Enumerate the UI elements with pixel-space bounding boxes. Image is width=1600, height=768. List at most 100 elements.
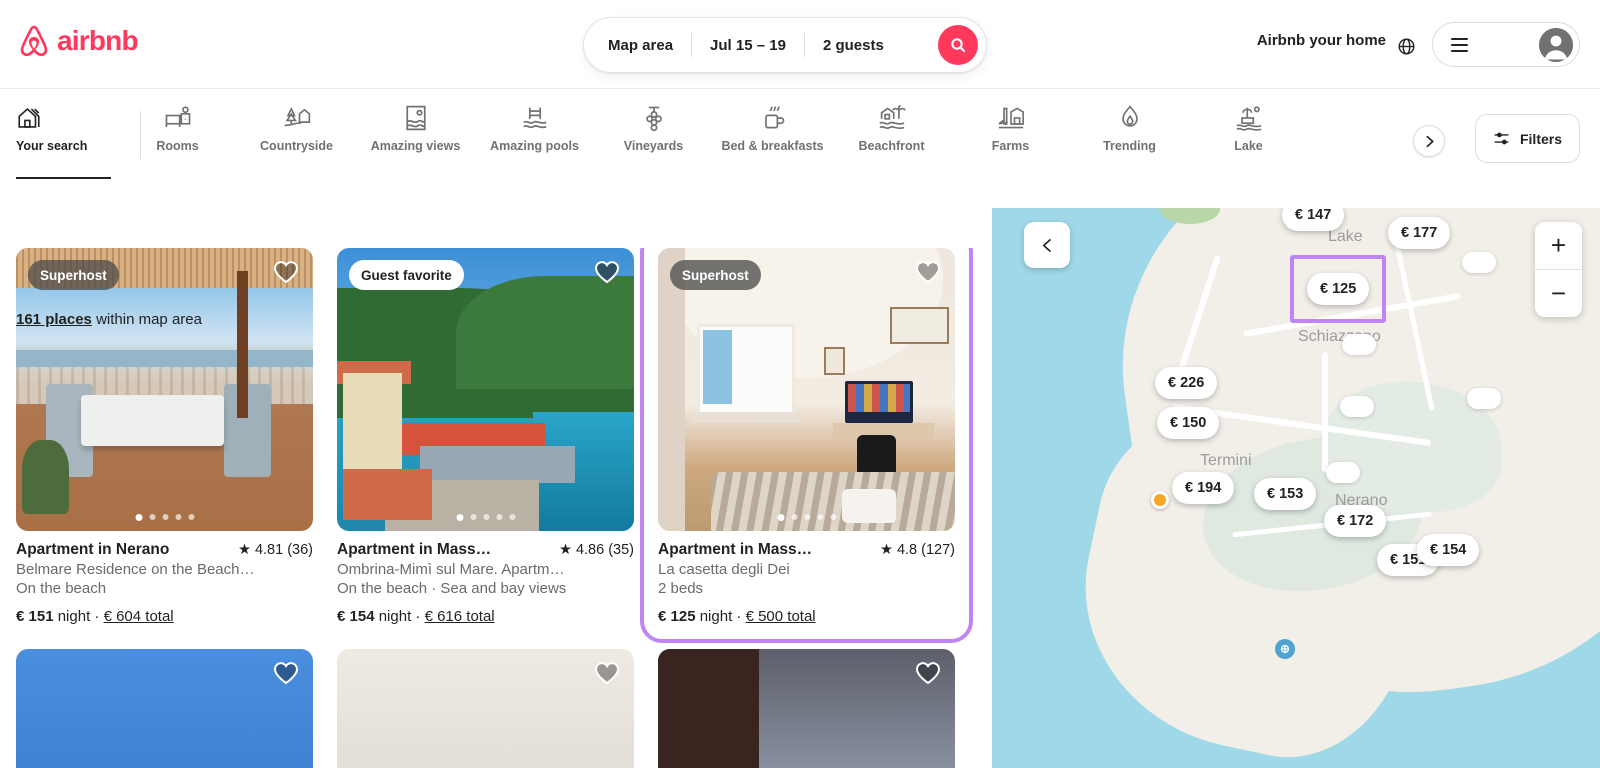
listing-price: € 125 night · € 500 total [658, 608, 955, 625]
search-bar[interactable]: Map area Jul 15 – 19 2 guests [583, 17, 987, 73]
listing-card[interactable]: Guest favorite Apartment in Mass… ★ 4.86 (35… [337, 248, 634, 625]
listing-card[interactable] [16, 649, 313, 768]
price-total[interactable]: € 604 total [104, 608, 174, 625]
carousel-dot[interactable] [509, 514, 515, 520]
price-total[interactable]: € 616 total [425, 608, 495, 625]
map-price-pin[interactable]: € 150 [1157, 407, 1220, 439]
airbnb-your-home-link[interactable]: Airbnb your home [1257, 32, 1386, 49]
map-price-pin[interactable]: € 177 [1388, 217, 1451, 249]
category-item-trending[interactable]: Trending [1070, 89, 1189, 181]
listing-photo[interactable]: Superhost [658, 248, 955, 531]
map-price-pin[interactable]: € 125 [1307, 273, 1370, 305]
carousel-dot[interactable] [817, 514, 823, 520]
search-location-segment[interactable]: Map area [584, 18, 691, 72]
category-item-beachfront[interactable]: Beachfront [832, 89, 951, 181]
search-guests-segment[interactable]: 2 guests [805, 18, 902, 72]
carousel-dot[interactable] [496, 514, 502, 520]
map-zoom-in-button[interactable]: + [1535, 222, 1582, 269]
results-count: 161 places [16, 311, 92, 328]
favorite-heart-button[interactable] [273, 661, 299, 690]
listing-card[interactable] [337, 649, 634, 768]
map-blank-pin[interactable] [1342, 334, 1376, 355]
map-blank-pin[interactable] [1467, 388, 1501, 409]
map-price-pin[interactable]: € 172 [1324, 505, 1387, 537]
listing-photo[interactable]: Guest favorite [337, 248, 634, 531]
map-panel[interactable]: MassaLakeSchiazzanoTerminiNeranoSaui € 1… [992, 192, 1600, 768]
photo-carousel-dots[interactable] [135, 514, 194, 521]
photo-carousel-dots[interactable] [456, 514, 515, 521]
category-next-button[interactable] [1413, 125, 1445, 157]
map-poi-icon[interactable] [1275, 639, 1295, 659]
category-item-your-search[interactable]: Your search [0, 89, 118, 181]
price-night-suffix: night · [374, 608, 425, 625]
category-item-farms[interactable]: Farms [951, 89, 1070, 181]
map-blank-pin[interactable] [1462, 252, 1496, 273]
map-blank-pin[interactable] [1326, 462, 1360, 483]
search-submit-button[interactable] [938, 25, 978, 65]
search-dates-segment[interactable]: Jul 15 – 19 [692, 18, 804, 72]
airbnb-logo[interactable]: airbnb [17, 24, 139, 58]
active-category-underline [16, 177, 111, 179]
category-item-lake[interactable]: Lake [1189, 89, 1308, 181]
listing-photo[interactable] [658, 649, 955, 768]
profile-menu-button[interactable] [1432, 22, 1580, 67]
listing-card[interactable] [658, 649, 955, 768]
map-collapse-button[interactable] [1024, 222, 1070, 268]
listing-rating: ★ 4.86 (35) [559, 542, 634, 558]
carousel-dot[interactable] [777, 514, 784, 521]
carousel-dot[interactable] [162, 514, 168, 520]
category-item-bed-breakfasts[interactable]: Bed & breakfasts [713, 89, 832, 181]
category-item-rooms[interactable]: Rooms [118, 89, 237, 181]
category-scroller[interactable]: Your search Rooms Countryside Amazing views… [0, 89, 1308, 181]
listing-rating: ★ 4.8 (127) [880, 542, 955, 558]
hamburger-menu-icon [1451, 37, 1468, 52]
photo-carousel-dots[interactable] [777, 514, 836, 521]
carousel-dot[interactable] [456, 514, 463, 521]
map-place-label: Lake [1328, 228, 1363, 245]
map-zoom-out-button[interactable]: − [1535, 270, 1582, 317]
carousel-dot[interactable] [791, 514, 797, 520]
category-item-countryside[interactable]: Countryside [237, 89, 356, 181]
carousel-dot[interactable] [470, 514, 476, 520]
listing-photo[interactable]: Superhost [16, 248, 313, 531]
listing-photo[interactable] [16, 649, 313, 768]
filters-button[interactable]: Filters [1474, 114, 1580, 163]
listing-card[interactable]: Superhost Apartment in Nerano ★ 4.81 (36) Bel… [16, 248, 313, 625]
flame-icon [1118, 105, 1142, 131]
price-total[interactable]: € 500 total [746, 608, 816, 625]
carousel-dot[interactable] [830, 514, 836, 520]
filters-label: Filters [1519, 130, 1562, 147]
price-per-night: € 151 [16, 608, 54, 625]
map-price-pin[interactable]: € 194 [1172, 472, 1235, 504]
rooms-bed-icon [164, 105, 192, 131]
carousel-dot[interactable] [804, 514, 810, 520]
heart-icon [595, 662, 619, 685]
chevron-left-icon [1042, 238, 1051, 252]
chevron-right-icon [1426, 135, 1434, 147]
language-globe-button[interactable] [1390, 30, 1422, 62]
carousel-dot[interactable] [483, 514, 489, 520]
map-zoom-controls[interactable]: + − [1535, 222, 1582, 317]
sliders-icon [1494, 132, 1509, 145]
listing-photo[interactable] [337, 649, 634, 768]
carousel-dot[interactable] [135, 514, 142, 521]
favorite-heart-button[interactable] [915, 260, 941, 289]
map-blank-pin[interactable] [1340, 396, 1374, 417]
map-selected-marker-dot[interactable] [1151, 491, 1169, 509]
favorite-heart-button[interactable] [594, 260, 620, 289]
listing-photo-scene [337, 248, 634, 531]
listing-card[interactable]: Superhost Apartment in Mass… ★ 4.8 (127) La c… [640, 248, 973, 643]
favorite-heart-button[interactable] [594, 661, 620, 690]
carousel-dot[interactable] [188, 514, 194, 520]
category-label: Trending [1103, 139, 1156, 153]
map-price-pin[interactable]: € 154 [1417, 534, 1480, 566]
favorite-heart-button[interactable] [915, 661, 941, 690]
map-price-pin[interactable]: € 226 [1155, 367, 1218, 399]
map-price-pin[interactable]: € 153 [1254, 478, 1317, 510]
category-item-vineyards[interactable]: Vineyards [594, 89, 713, 181]
favorite-heart-button[interactable] [273, 260, 299, 289]
category-item-amazing-views[interactable]: Amazing views [356, 89, 475, 181]
carousel-dot[interactable] [149, 514, 155, 520]
category-item-amazing-pools[interactable]: Amazing pools [475, 89, 594, 181]
carousel-dot[interactable] [175, 514, 181, 520]
